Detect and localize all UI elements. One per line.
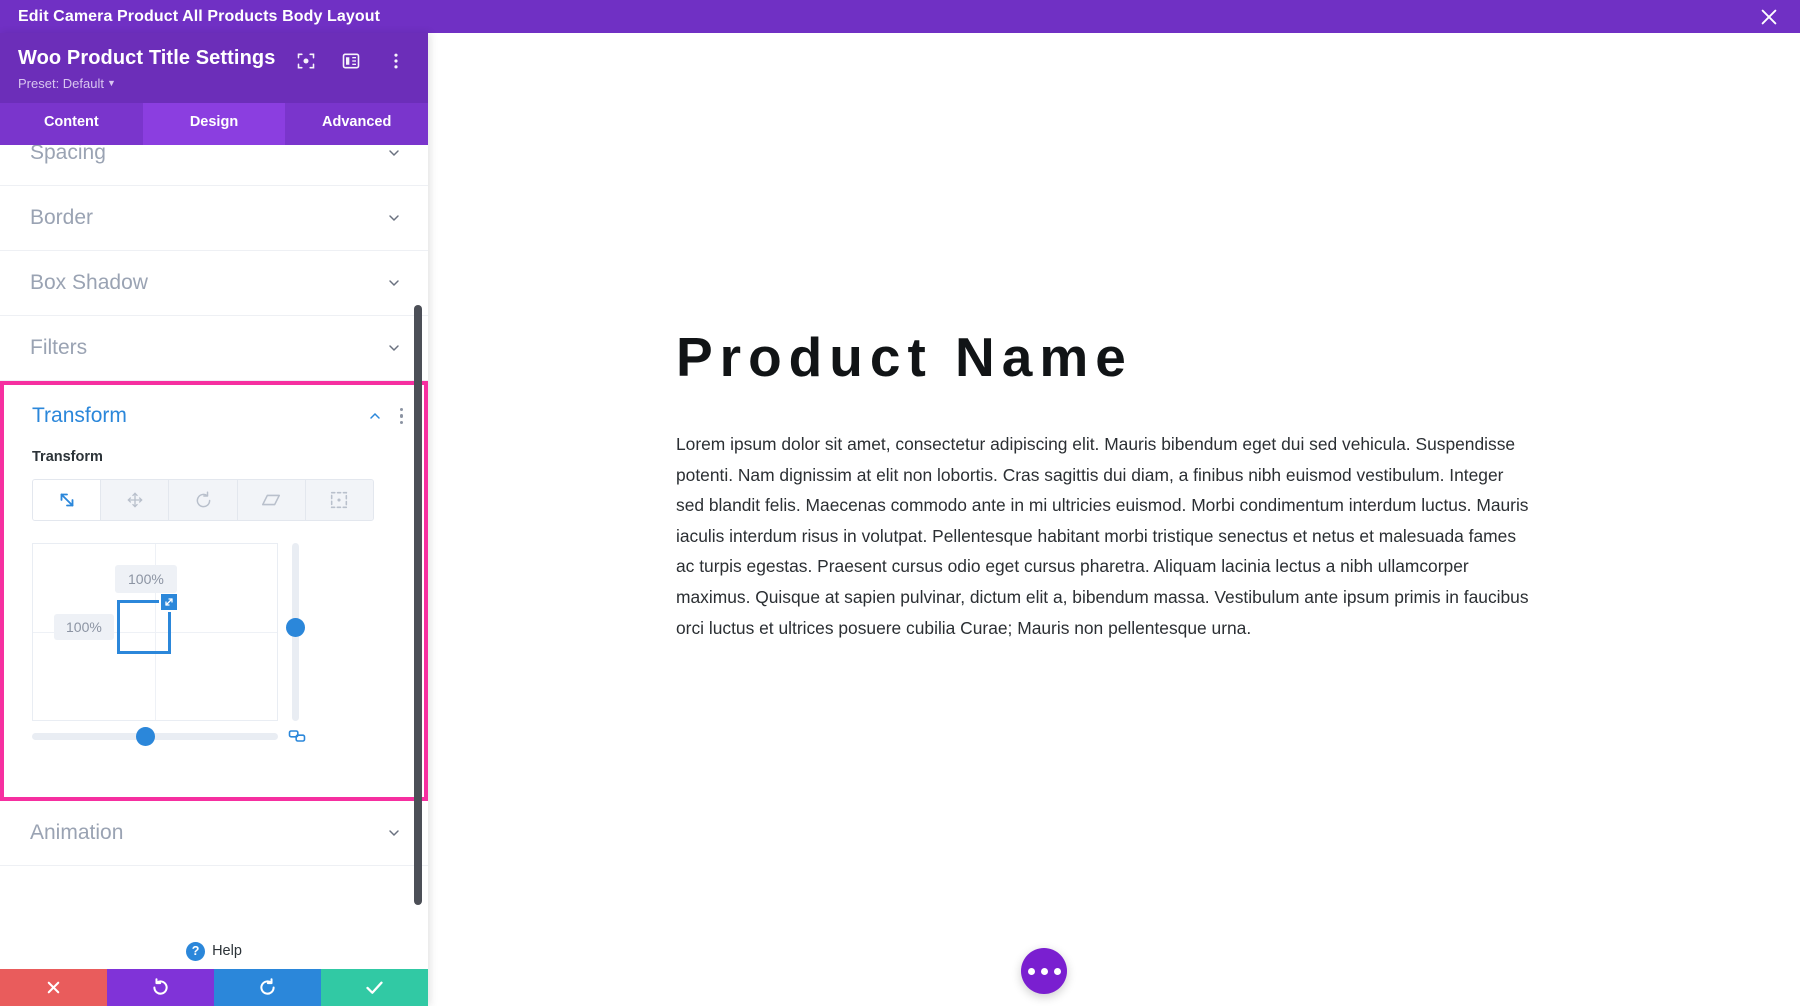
scale-y-slider-knob[interactable] (286, 618, 305, 637)
scale-x-slider[interactable] (32, 727, 278, 746)
undo-icon (153, 978, 168, 995)
edit-bar-title: Edit Camera Product All Products Body La… (18, 7, 381, 25)
tab-content[interactable]: Content (0, 103, 143, 145)
transform-body: Transform 100% 100% (4, 449, 424, 797)
scale-icon[interactable] (33, 480, 102, 520)
panel-scrollbar-thumb[interactable] (414, 305, 422, 905)
origin-icon[interactable] (305, 480, 373, 520)
section-animation[interactable]: Animation (0, 801, 428, 866)
product-description: Lorem ipsum dolor sit amet, consectetur … (676, 434, 1529, 638)
chevron-down-icon (386, 825, 402, 841)
x-icon (47, 981, 60, 994)
section-border[interactable]: Border (0, 186, 428, 251)
section-label: Box Shadow (30, 271, 148, 294)
ellipsis-dot (1040, 967, 1048, 975)
kebab-menu-icon[interactable] (386, 51, 406, 71)
section-label: Filters (30, 336, 88, 359)
tab-advanced[interactable]: Advanced (285, 103, 428, 145)
section-filters[interactable]: Filters (0, 316, 428, 381)
section-transform: Transform Transform 100% 100% (0, 381, 428, 801)
transform-title: Transform (32, 404, 127, 427)
panel-action-bar (0, 969, 428, 1006)
transform-box[interactable] (117, 592, 179, 654)
chevron-down-icon: ▼ (107, 78, 116, 88)
redo-icon (260, 978, 275, 995)
close-icon[interactable] (1758, 6, 1780, 28)
page-preview: Product Name Lorem ipsum dolor sit amet,… (428, 33, 1800, 1006)
preset-label: Preset: Default (18, 76, 104, 91)
page-title: Product Name (676, 326, 1133, 388)
panel-scroll-area: Spacing Border Box Shadow Filters Transf… (0, 145, 428, 933)
skew-icon[interactable] (237, 480, 306, 520)
transform-mode-tabs (32, 479, 374, 521)
scale-x-slider-knob[interactable] (136, 727, 155, 746)
transform-field-label: Transform (32, 449, 103, 465)
cancel-button[interactable] (0, 969, 107, 1006)
section-label: Animation (30, 821, 124, 844)
section-label: Spacing (30, 145, 106, 164)
panel-tabs: Content Design Advanced (0, 103, 428, 145)
edit-bar: Edit Camera Product All Products Body La… (0, 0, 1800, 33)
rotate-icon[interactable] (169, 480, 238, 520)
link-axes-icon[interactable] (287, 726, 307, 751)
module-settings-panel: Woo Product Title Settings Preset: Defau… (0, 33, 428, 1006)
scale-y-slider[interactable] (286, 543, 305, 721)
transform-options-kebab-icon[interactable] (397, 405, 407, 428)
chevron-down-icon (386, 145, 402, 161)
redo-button[interactable] (214, 969, 321, 1006)
transform-header[interactable]: Transform (4, 385, 424, 447)
tab-design[interactable]: Design (142, 103, 286, 145)
help-label: Help (212, 943, 242, 959)
check-icon (366, 981, 383, 994)
section-label: Border (30, 206, 94, 229)
more-options-fab[interactable] (1021, 948, 1067, 994)
section-box-shadow[interactable]: Box Shadow (0, 251, 428, 316)
transform-preview-pad-wrapper: 100% 100% (32, 543, 374, 773)
ellipsis-dot (1053, 967, 1061, 975)
chevron-down-icon (386, 340, 402, 356)
scale-y-value[interactable]: 100% (54, 614, 114, 640)
chevron-down-icon (386, 275, 402, 291)
focus-target-icon[interactable] (296, 51, 316, 71)
panel-title: Woo Product Title Settings (18, 47, 276, 69)
section-spacing[interactable]: Spacing (0, 145, 428, 186)
preset-selector[interactable]: Preset: Default ▼ (18, 76, 116, 91)
scale-handle-icon[interactable] (159, 592, 179, 612)
help-button[interactable]: ? Help (0, 933, 428, 969)
chevron-down-icon (386, 210, 402, 226)
layout-columns-icon[interactable] (341, 51, 361, 71)
chevron-up-icon[interactable] (367, 408, 383, 424)
help-icon: ? (186, 941, 206, 961)
ellipsis-dot (1027, 967, 1035, 975)
scale-x-value[interactable]: 100% (115, 565, 177, 593)
divi-builder-screen: Edit Camera Product All Products Body La… (0, 0, 1800, 1006)
panel-header: Woo Product Title Settings Preset: Defau… (0, 33, 428, 103)
undo-button[interactable] (107, 969, 214, 1006)
save-button[interactable] (321, 969, 428, 1006)
translate-icon[interactable] (101, 480, 170, 520)
panel-header-icons (296, 51, 406, 71)
